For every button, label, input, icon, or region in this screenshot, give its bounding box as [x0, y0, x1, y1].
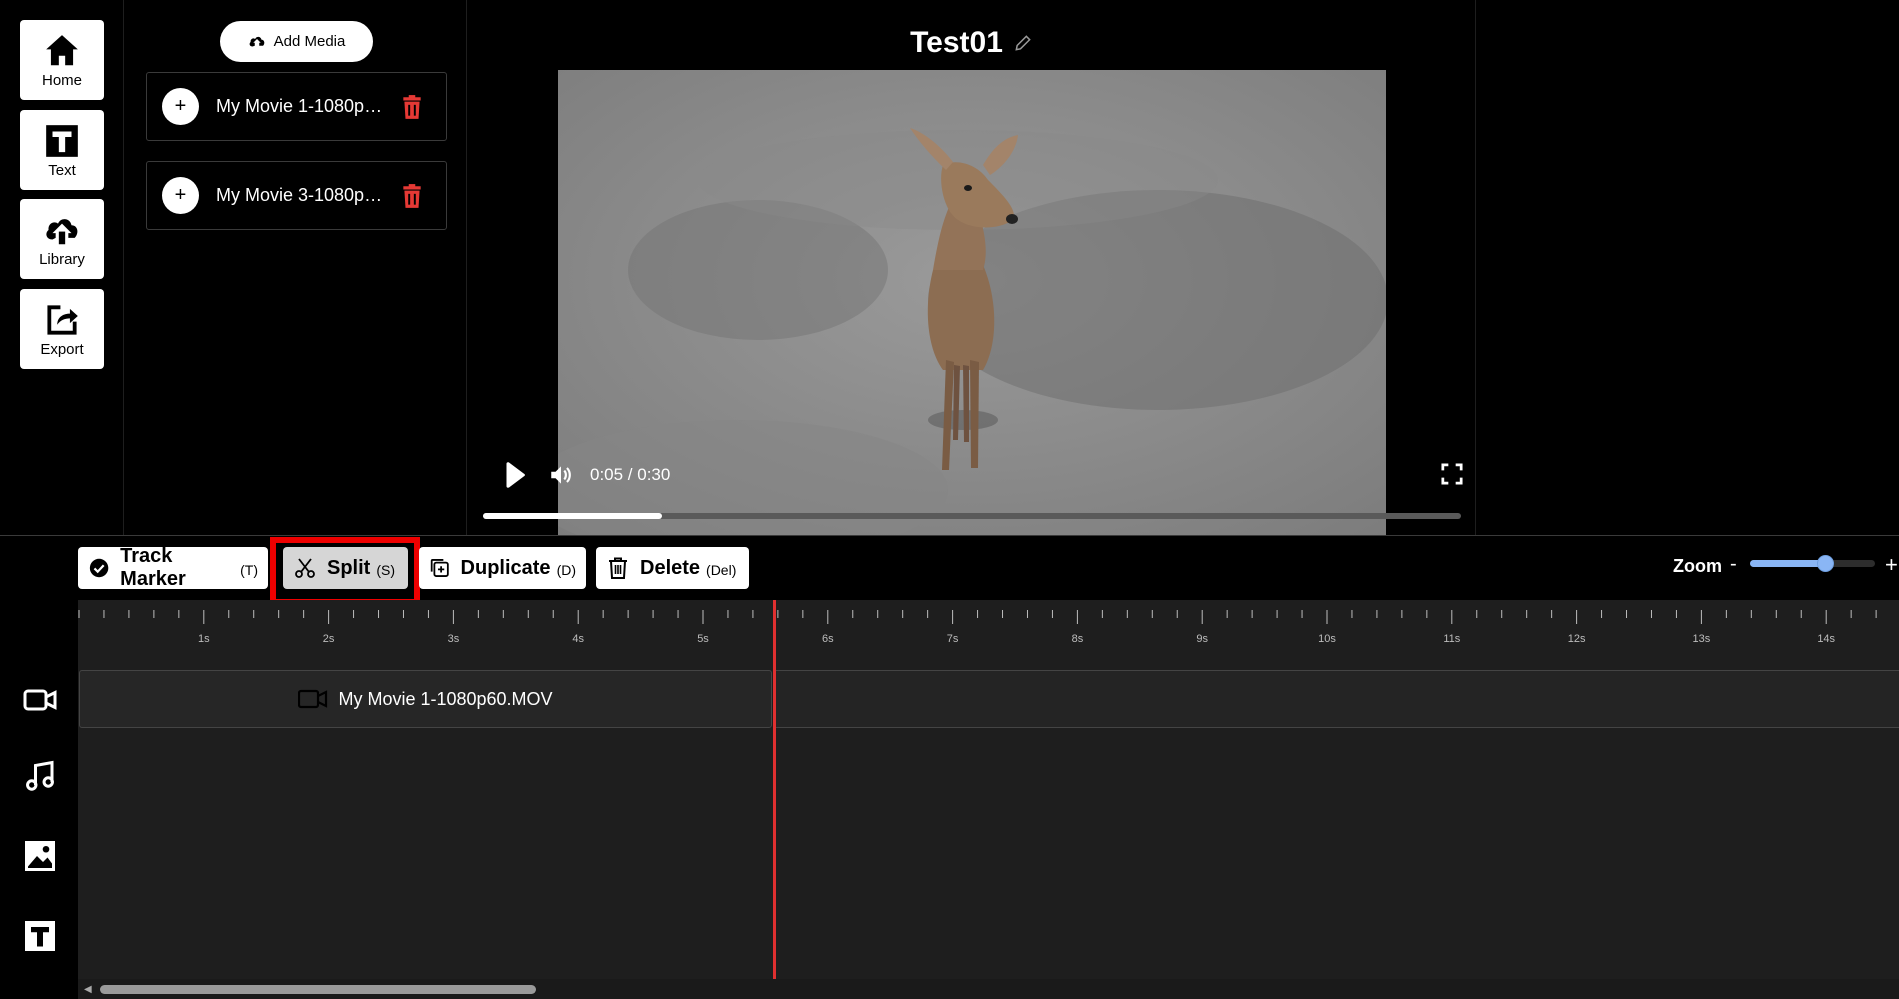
- plus-icon: +: [174, 95, 187, 117]
- duplicate-icon: [430, 559, 449, 577]
- ruler-tick-label: 13s: [1693, 633, 1711, 645]
- timeline-clip-remainder[interactable]: [774, 670, 1899, 728]
- zoom-slider-thumb[interactable]: [1817, 555, 1834, 572]
- title-row: Test01: [468, 26, 1475, 60]
- split-highlight-box: [270, 537, 420, 605]
- ruler-tick-label: 9s: [1196, 633, 1208, 645]
- video-camera-icon: [23, 689, 57, 711]
- nav-home-label: Home: [41, 71, 82, 89]
- media-item-name: My Movie 1-1080p60.MOV: [216, 96, 391, 116]
- ruler-tick-label: 8s: [1072, 633, 1084, 645]
- add-to-timeline-button[interactable]: +: [162, 88, 199, 125]
- scrollbar-thumb[interactable]: [100, 985, 536, 994]
- nav-text-button[interactable]: Text: [20, 110, 104, 190]
- image-icon: [25, 841, 55, 871]
- export-icon: [47, 304, 78, 335]
- track-marker-shortcut: (T): [240, 562, 258, 578]
- video-time: 0:05 / 0:30: [590, 465, 671, 484]
- ruler-tick-label: 11s: [1443, 633, 1460, 645]
- ruler-tick-label: 14s: [1817, 633, 1835, 645]
- ruler-tick-label: 6s: [822, 633, 834, 645]
- nav-library-button[interactable]: Library: [20, 199, 104, 279]
- volume-icon[interactable]: [547, 462, 575, 488]
- add-media-label: Add Media: [273, 33, 346, 50]
- play-icon[interactable]: [499, 460, 529, 490]
- timeline[interactable]: 1s 2s 3s 4s 5s 6s 7s 8s 9s 10s 11s 12s 13s 14s My Mov…: [78, 600, 1899, 999]
- home-icon: [46, 34, 78, 65]
- preview-panel: Test01 0:05 / 0:30: [468, 0, 1476, 535]
- side-nav: Home Text Library Export: [0, 0, 124, 535]
- nav-home-button[interactable]: Home: [20, 20, 104, 100]
- media-item[interactable]: + My Movie 1-1080p60.MOV: [146, 72, 447, 141]
- track-marker-button[interactable]: Track Marker (T): [78, 545, 268, 590]
- time-ruler[interactable]: 1s 2s 3s 4s 5s 6s 7s 8s 9s 10s 11s 12s 13s 14s: [78, 600, 1899, 668]
- timeline-scrollbar[interactable]: ◀: [78, 979, 1899, 999]
- media-panel: Add Media + My Movie 1-1080p60.MOV + My …: [125, 0, 467, 535]
- project-title: Test01: [910, 26, 1003, 59]
- duplicate-button[interactable]: Duplicate (D): [419, 547, 586, 589]
- scroll-left-arrow-icon[interactable]: ◀: [84, 984, 92, 995]
- ruler-tick-label: 3s: [448, 633, 460, 645]
- zoom-label: Zoom: [1673, 556, 1722, 576]
- nav-export-button[interactable]: Export: [20, 289, 104, 369]
- nav-library-label: Library: [39, 250, 85, 268]
- cloud-upload-icon: [249, 36, 264, 46]
- timeline-clip[interactable]: My Movie 1-1080p60.MOV: [79, 670, 772, 728]
- delete-label: Delete: [640, 556, 701, 579]
- video-track: My Movie 1-1080p60.MOV: [78, 670, 1899, 728]
- ruler-tick-label: 7s: [947, 633, 959, 645]
- ruler-tick-label: 10s: [1318, 633, 1336, 645]
- ruler-tick-label: 5s: [697, 633, 709, 645]
- video-progress-fill: [483, 513, 663, 519]
- zoom-slider-fill: [1750, 560, 1825, 567]
- delete-shortcut: (Del): [706, 562, 737, 578]
- ruler-tick-label: 12s: [1568, 633, 1586, 645]
- ruler-tick-label: 4s: [572, 633, 584, 645]
- music-note-icon: [26, 760, 54, 791]
- track-marker-label: Track Marker: [120, 545, 186, 590]
- trash-icon[interactable]: [399, 94, 425, 120]
- zoom-slider[interactable]: [1750, 555, 1875, 572]
- video-controls: 0:05 / 0:30: [483, 460, 1463, 530]
- text-icon: [46, 124, 78, 157]
- cloud-upload-icon: [46, 218, 78, 244]
- zoom-in-button[interactable]: +: [1885, 552, 1898, 578]
- playhead[interactable]: [773, 600, 777, 980]
- media-item-name: My Movie 3-1080p60.MOV: [216, 185, 391, 205]
- track-type-icons: [0, 670, 78, 999]
- timeline-clip-name: My Movie 1-1080p60.MOV: [338, 688, 553, 709]
- pencil-icon[interactable]: [1013, 33, 1033, 53]
- ruler-tick-label: 2s: [323, 633, 335, 645]
- video-progress-bar[interactable]: [483, 513, 1461, 519]
- ruler-tick-label: 1s: [198, 633, 210, 645]
- duplicate-label: Duplicate: [460, 556, 551, 579]
- video-camera-icon: [298, 689, 328, 709]
- video-editor-app: Home Text Library Export Add Media + My …: [0, 0, 1899, 999]
- add-to-timeline-button[interactable]: +: [162, 177, 199, 214]
- media-item[interactable]: + My Movie 3-1080p60.MOV: [146, 161, 447, 230]
- panel-divider: [0, 535, 1899, 536]
- check-circle-icon: [89, 558, 109, 578]
- delete-button[interactable]: Delete (Del): [596, 547, 749, 589]
- add-media-button[interactable]: Add Media: [220, 21, 373, 62]
- duplicate-shortcut: (D): [556, 562, 576, 578]
- nav-text-label: Text: [48, 161, 76, 179]
- fullscreen-icon[interactable]: [1441, 463, 1463, 485]
- zoom-out-button[interactable]: -: [1730, 553, 1737, 576]
- plus-icon: +: [174, 184, 187, 206]
- trash-icon: [609, 557, 627, 579]
- nav-export-label: Export: [40, 340, 84, 358]
- trash-icon[interactable]: [399, 183, 425, 209]
- text-icon: [25, 921, 55, 951]
